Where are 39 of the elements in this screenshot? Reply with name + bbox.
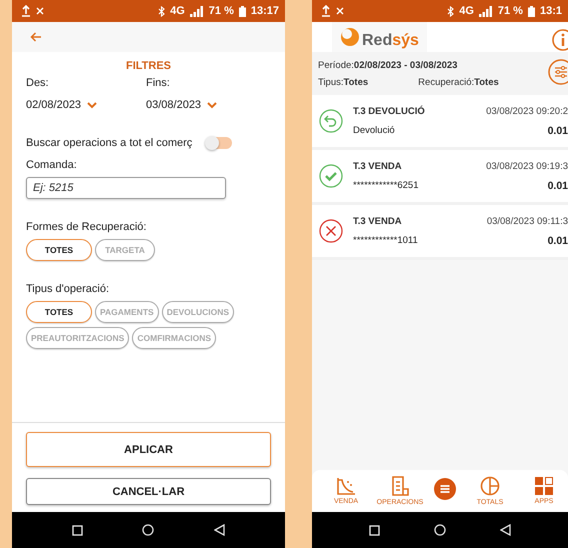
order-input-field[interactable]: Ej: 5215 [26,177,226,199]
type-text: Tipus:Totes [318,76,368,88]
section-label: Formes de Recuperació: [26,221,148,233]
filter-chip[interactable]: TOTES [26,301,92,323]
to-date-dropdown[interactable]: 03/08/2023 [146,99,218,111]
operation-datetime: 03/08/2023 09:19:3 [486,160,568,172]
clock: 13:1 [540,5,562,17]
operation-amount: 0.01 [548,124,568,136]
operation-amount: 0.01 [548,180,568,192]
to-label: Fins: [146,77,171,89]
operation-detail: ************6251 [353,180,420,192]
clock: 13:17 [250,5,279,17]
logo-text: Redsýs [362,32,419,50]
recovery-text: Recuperació:Totes [418,76,499,88]
operation-datetime: 03/08/2023 09:20:2 [486,106,568,116]
operation-row[interactable]: T.3 DEVOLUCIÓ 03/08/2023 09:20:2 Devolució 0.01 [312,95,568,150]
network-type: 4G [170,5,185,17]
filter-chip[interactable]: TOTES [26,239,92,261]
from-label: Des: [26,77,50,89]
section-label: Tipus d'operació: [26,283,110,295]
period-text: Període:02/08/2023 - 03/08/2023 [318,60,458,70]
operation-title: T.3 DEVOLUCIÓ [353,106,426,116]
network-type: 4G [459,5,474,17]
screen-title: FILTRES [126,60,171,72]
toggle-label: Buscar operacions a tot el comerç [26,137,192,149]
battery-percent: 71 % [208,5,234,17]
operation-detail: Devolució [353,124,396,136]
operation-row[interactable]: T.3 VENDA 03/08/2023 09:19:3 ************6251 0.01 [312,150,568,205]
cancel-button[interactable]: CANCEL·LAR [26,478,271,505]
operation-row[interactable]: T.3 VENDA 03/08/2023 09:11:3 ************1011 0.01 [312,205,568,260]
operation-datetime: 03/08/2023 09:11:3 [486,216,568,226]
operation-title: T.3 VENDA [353,160,403,172]
apply-button[interactable]: APLICAR [26,432,271,467]
battery-percent: 71 % [498,5,523,17]
operation-title: T.3 VENDA [353,216,403,226]
field-label: Comanda: [26,159,78,171]
operation-amount: 0.01 [548,234,568,246]
from-date-dropdown[interactable]: 02/08/2023 [26,99,98,111]
operation-detail: ************1011 [353,234,419,246]
